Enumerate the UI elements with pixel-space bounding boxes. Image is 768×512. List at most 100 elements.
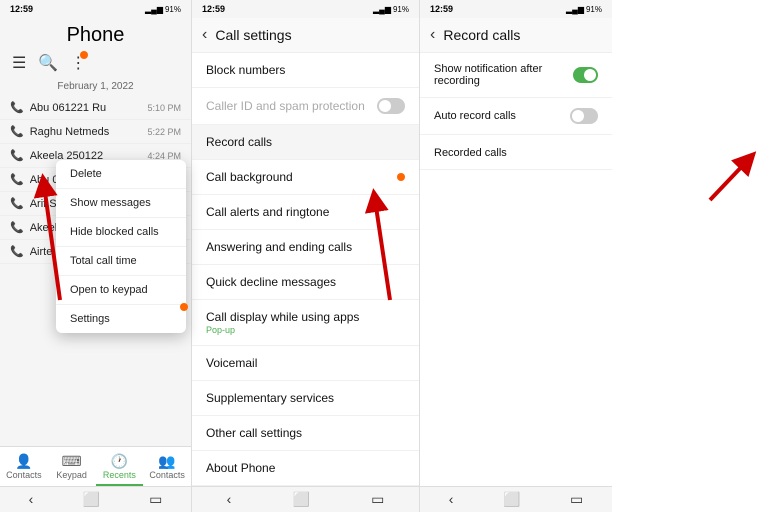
nav-recents-label: Recents [103,470,136,480]
auto-record-row: Auto record calls [434,108,598,124]
settings-call-display[interactable]: Call display while using apps Pop-up [192,300,419,346]
settings-other-calls[interactable]: Other call settings [192,416,419,451]
auto-record-toggle[interactable] [570,108,598,124]
phone-panel: 12:59 ▂▄▆ 91% Phone ☰ 🔍 ⋮ February 1, 20… [0,0,192,512]
call-display-label: Call display while using apps [206,310,405,324]
settings-caller-id[interactable]: Caller ID and spam protection [192,88,419,125]
search-icon[interactable]: 🔍 [38,53,58,73]
call-icon: 📞 [10,221,24,234]
recorded-calls[interactable]: Recorded calls [420,135,612,170]
sys-nav-1: ‹ ⬜ ▭ [0,486,191,512]
caller-id-toggle[interactable] [377,98,405,114]
menu-total-call-time[interactable]: Total call time [56,247,186,276]
call-name: Raghu Netmeds [30,126,142,138]
settings-label: Settings [70,313,110,325]
menu-icon[interactable]: ☰ [12,53,26,73]
call-icon: 📞 [10,173,24,186]
call-name: Abu 061221 Ru [30,102,142,114]
call-display-sub: Pop-up [206,325,405,335]
back-sys3-icon[interactable]: ‹ [449,491,454,508]
nav-recents[interactable]: 🕐 Recents [96,447,144,486]
signal2-icon: ▂▄▆ [373,5,391,14]
settings-dot [180,303,188,311]
call-background-label: Call background [206,170,293,184]
call-icon: 📞 [10,125,24,138]
caller-id-row: Caller ID and spam protection [206,98,405,114]
nav-keypad-label: Keypad [56,470,87,480]
call-time: 5:10 PM [147,103,181,113]
settings-voicemail[interactable]: Voicemail [192,346,419,381]
settings-quick-decline[interactable]: Quick decline messages [192,265,419,300]
record-calls-list: Show notification after recording Auto r… [420,53,612,486]
nav-contacts-label: Contacts [6,470,42,480]
record-calls-header: ‹ Record calls [420,18,612,53]
signal-icon: ▂▄▆ [145,5,163,14]
contacts2-icon: 👥 [143,453,191,470]
back-sys-icon[interactable]: ‹ [29,491,34,508]
menu-open-keypad[interactable]: Open to keypad [56,276,186,305]
back-sys2-icon[interactable]: ‹ [227,491,232,508]
menu-show-messages[interactable]: Show messages [56,189,186,218]
show-notification-label: Show notification after recording [434,63,573,87]
call-icon: 📞 [10,149,24,162]
keypad-icon: ⌨ [48,453,96,470]
home-sys3-icon[interactable]: ⬜ [503,491,520,508]
caller-id-label: Caller ID and spam protection [206,99,365,113]
recent-sys2-icon[interactable]: ▭ [371,491,384,508]
more-menu-wrap[interactable]: ⋮ [70,53,86,73]
notification-dot [80,51,88,59]
recents-icon: 🕐 [96,453,144,470]
home-sys-icon[interactable]: ⬜ [83,491,100,508]
settings-call-alerts[interactable]: Call alerts and ringtone [192,195,419,230]
settings-supplementary[interactable]: Supplementary services [192,381,419,416]
menu-settings[interactable]: Settings [56,305,186,333]
nav-contacts[interactable]: 👤 Contacts [0,447,48,486]
time-2: 12:59 [202,4,225,14]
show-notification-toggle[interactable] [573,67,598,83]
settings-block-numbers[interactable]: Block numbers [192,53,419,88]
recent-sys-icon[interactable]: ▭ [149,491,162,508]
time-3: 12:59 [430,4,453,14]
call-item[interactable]: 📞 Raghu Netmeds 5:22 PM [0,120,191,144]
call-time: 5:22 PM [147,127,181,137]
sys-nav-2: ‹ ⬜ ▭ [192,486,419,512]
status-icons-1: ▂▄▆ 91% [145,5,181,14]
menu-delete[interactable]: Delete [56,160,186,189]
bottom-nav: 👤 Contacts ⌨ Keypad 🕐 Recents 👥 Contacts [0,446,191,486]
record-calls-panel: 12:59 ▂▄▆ 91% ‹ Record calls Show notifi… [420,0,612,512]
status-bar-3: 12:59 ▂▄▆ 91% [420,0,612,18]
record-show-notification[interactable]: Show notification after recording [420,53,612,98]
date-header: February 1, 2022 [0,77,191,96]
nav-contacts2[interactable]: 👥 Contacts [143,447,191,486]
call-background-row: Call background [206,170,405,184]
call-settings-panel: 12:59 ▂▄▆ 91% ‹ Call settings Block numb… [192,0,420,512]
settings-answering[interactable]: Answering and ending calls [192,230,419,265]
wifi2-icon: 91% [393,5,409,14]
call-settings-title: Call settings [215,27,291,43]
call-item[interactable]: 📞 Abu 061221 Ru 5:10 PM [0,96,191,120]
context-menu: Delete Show messages Hide blocked calls … [56,160,186,333]
settings-about-phone[interactable]: About Phone [192,451,419,486]
call-background-badge [397,173,405,181]
phone-toolbar: ☰ 🔍 ⋮ [0,49,191,77]
status-bar-2: 12:59 ▂▄▆ 91% [192,0,419,18]
home-sys2-icon[interactable]: ⬜ [293,491,310,508]
nav-keypad[interactable]: ⌨ Keypad [48,447,96,486]
back-button-2[interactable]: ‹ [202,26,207,44]
signal3-icon: ▂▄▆ [566,5,584,14]
auto-record-label: Auto record calls [434,110,516,122]
settings-record-calls[interactable]: Record calls [192,125,419,160]
nav-contacts2-label: Contacts [149,470,185,480]
back-button-3[interactable]: ‹ [430,26,435,44]
call-icon: 📞 [10,101,24,114]
call-settings-list: Block numbers Caller ID and spam protect… [192,53,419,486]
recent-sys3-icon[interactable]: ▭ [570,491,583,508]
phone-title: Phone [0,18,191,49]
wifi-icon: 91% [165,5,181,14]
menu-hide-blocked[interactable]: Hide blocked calls [56,218,186,247]
record-calls-title: Record calls [443,27,520,43]
call-time: 4:24 PM [147,151,181,161]
record-auto[interactable]: Auto record calls [420,98,612,135]
call-icon: 📞 [10,197,24,210]
settings-call-background[interactable]: Call background [192,160,419,195]
